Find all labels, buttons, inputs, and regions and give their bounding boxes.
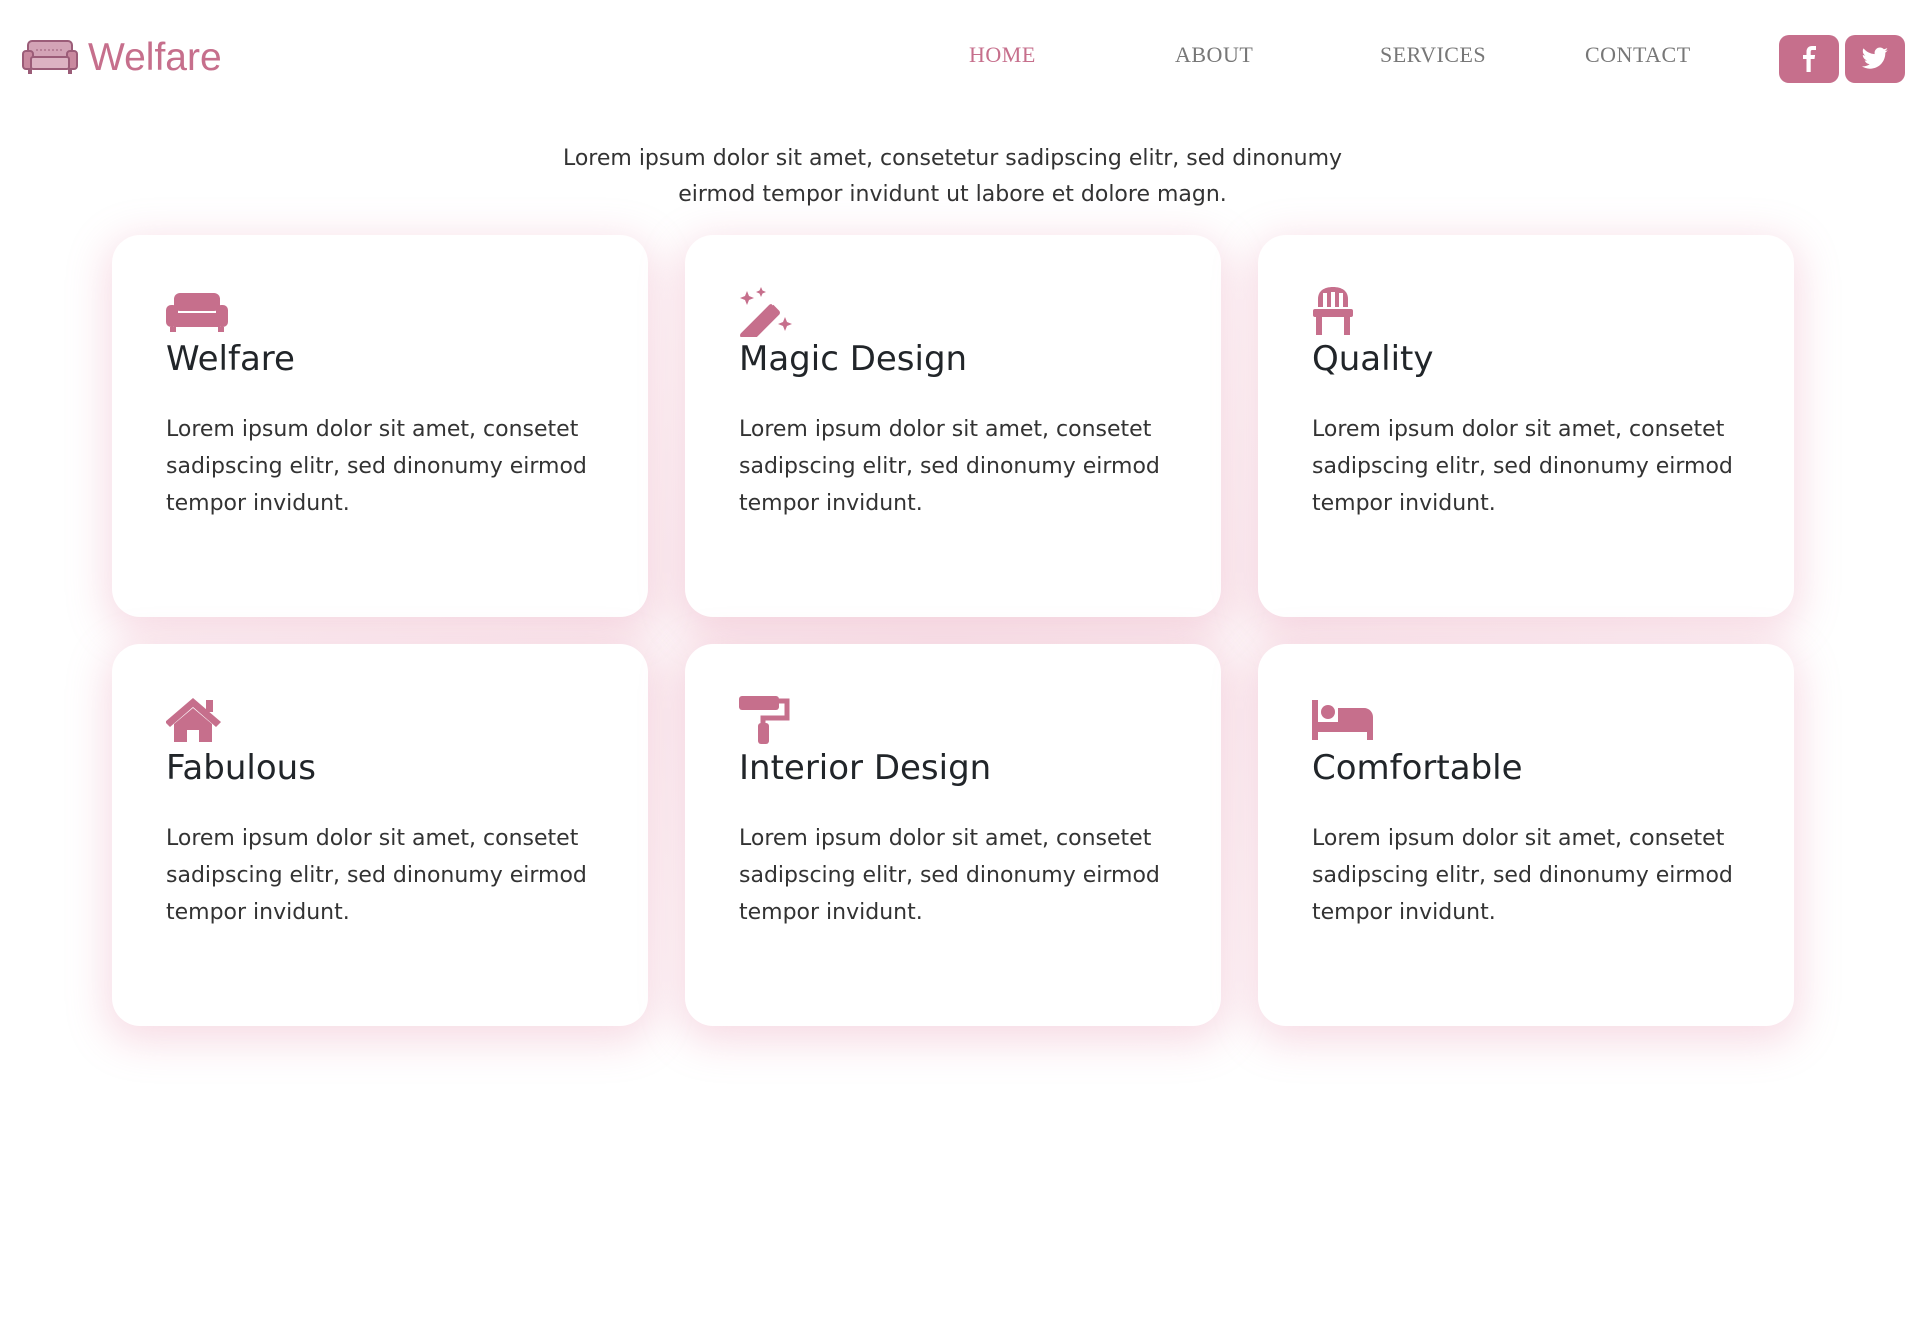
chair-icon [1313,287,1353,335]
paint-roller-icon [739,696,790,744]
feature-card-interior-design: Interior Design Lorem ipsum dolor sit am… [685,644,1221,1026]
intro-line-1: Lorem ipsum dolor sit amet, consetetur s… [562,146,1343,171]
couch-icon [166,293,228,332]
intro-line-2: eirmod tempor invidunt ut labore et dolo… [678,182,1227,207]
card-text: Lorem ipsum dolor sit amet, consetet sad… [1312,417,1733,516]
feature-card-comfortable: Comfortable Lorem ipsum dolor sit amet, … [1258,644,1794,1026]
twitter-icon [1861,47,1888,69]
facebook-icon [1803,46,1816,72]
bed-icon [1312,700,1373,740]
nav-about[interactable]: ABOUT [1175,42,1253,68]
intro-text: Lorem ipsum dolor sit amet, consetetur s… [0,141,1905,213]
twitter-button[interactable] [1845,35,1905,83]
card-title: Quality [1312,339,1434,379]
card-text: Lorem ipsum dolor sit amet, consetet sad… [739,417,1160,516]
nav-contact[interactable]: CONTACT [1585,42,1691,68]
nav-home[interactable]: HOME [969,42,1036,68]
facebook-button[interactable] [1779,35,1839,83]
card-text: Lorem ipsum dolor sit amet, consetet sad… [166,826,587,925]
feature-card-magic-design: Magic Design Lorem ipsum dolor sit amet,… [685,235,1221,617]
card-title: Magic Design [739,339,968,379]
site-header: Welfare HOME ABOUT SERVICES CONTACT [0,0,1905,115]
feature-card-fabulous: Fabulous Lorem ipsum dolor sit amet, con… [112,644,648,1026]
card-title: Comfortable [1312,748,1523,788]
card-title: Welfare [166,339,295,379]
card-title: Interior Design [739,748,992,788]
magic-wand-icon [740,287,792,337]
feature-card-welfare: Welfare Lorem ipsum dolor sit amet, cons… [112,235,648,617]
feature-card-quality: Quality Lorem ipsum dolor sit amet, cons… [1258,235,1794,617]
card-text: Lorem ipsum dolor sit amet, consetet sad… [166,417,587,516]
card-text: Lorem ipsum dolor sit amet, consetet sad… [1312,826,1733,925]
card-title: Fabulous [166,748,316,788]
nav-services[interactable]: SERVICES [1380,42,1486,68]
card-text: Lorem ipsum dolor sit amet, consetet sad… [739,826,1160,925]
house-icon [166,698,221,742]
main-nav: HOME ABOUT SERVICES CONTACT [0,42,1905,72]
